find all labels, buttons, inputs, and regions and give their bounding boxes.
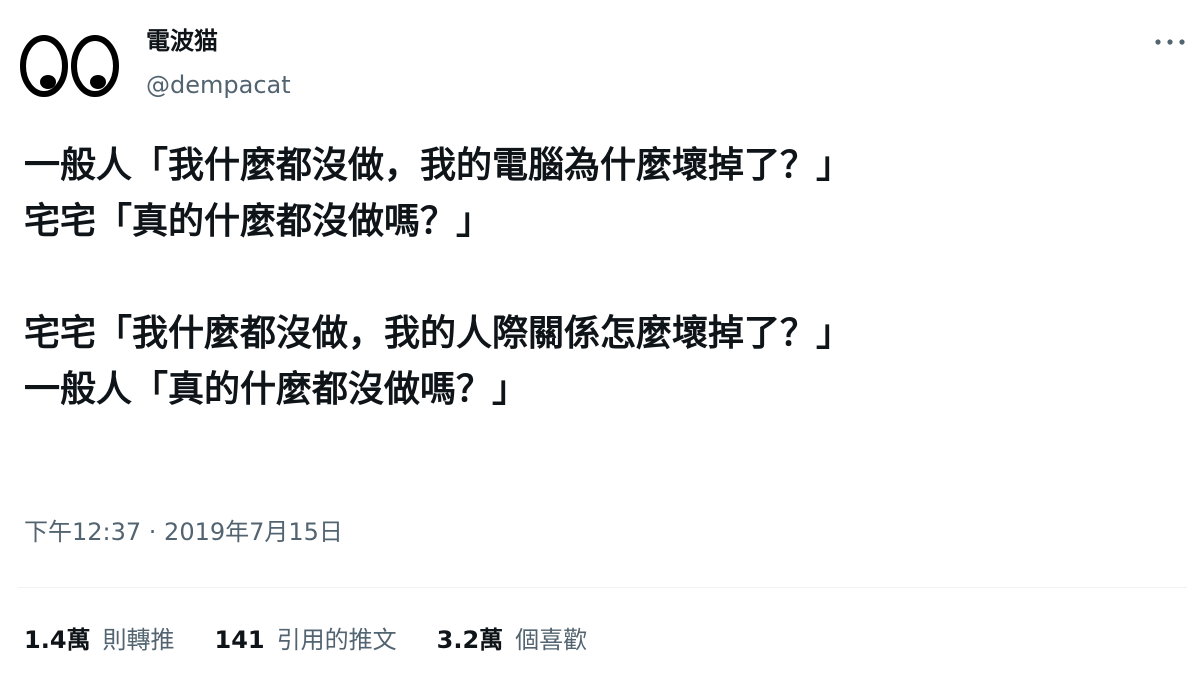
tweet: 電波猫 @dempacat 一般人「我什麼都沒做，我的電腦為什麼壞掉了？」 宅宅… [0, 0, 1195, 673]
retweets-stat[interactable]: 1.4萬 則轉推 [24, 622, 175, 658]
engagement-stats: 1.4萬 則轉推 141 引用的推文 3.2萬 個喜歡 [24, 622, 627, 658]
tweet-line: 一般人「真的什麼都沒做嗎？」 [24, 369, 529, 410]
quote-tweets-label: 引用的推文 [276, 626, 397, 654]
likes-label: 個喜歡 [515, 626, 588, 654]
tweet-line: 一般人「我什麼都沒做，我的電腦為什麼壞掉了？」 [24, 145, 853, 186]
retweets-label: 則轉推 [102, 626, 175, 654]
likes-stat[interactable]: 3.2萬 個喜歡 [437, 622, 588, 658]
tweet-text: 一般人「我什麼都沒做，我的電腦為什麼壞掉了？」 宅宅「真的什麼都沒做嗎？」 宅宅… [24, 138, 1184, 418]
more-options-button[interactable] [1150, 30, 1190, 54]
retweets-count: 1.4萬 [24, 626, 91, 654]
avatar[interactable] [18, 30, 122, 102]
tweet-line: 宅宅「真的什麼都沒做嗎？」 [24, 201, 493, 242]
author-block: 電波猫 @dempacat [146, 24, 291, 102]
author-handle[interactable]: @dempacat [146, 68, 291, 102]
quote-tweets-stat[interactable]: 141 引用的推文 [215, 622, 397, 658]
likes-count: 3.2萬 [436, 626, 504, 654]
tweet-line: 宅宅「我什麼都沒做，我的人際關係怎麼壞掉了？」 [24, 313, 853, 354]
tweet-timestamp[interactable]: 下午12:37 · 2019年7月15日 [24, 514, 343, 550]
author-display-name[interactable]: 電波猫 [146, 24, 291, 58]
googly-eyes-avatar-icon [20, 35, 119, 97]
quote-tweets-count: 141 [214, 626, 265, 654]
more-horizontal-icon [1155, 39, 1185, 45]
divider [18, 587, 1187, 588]
